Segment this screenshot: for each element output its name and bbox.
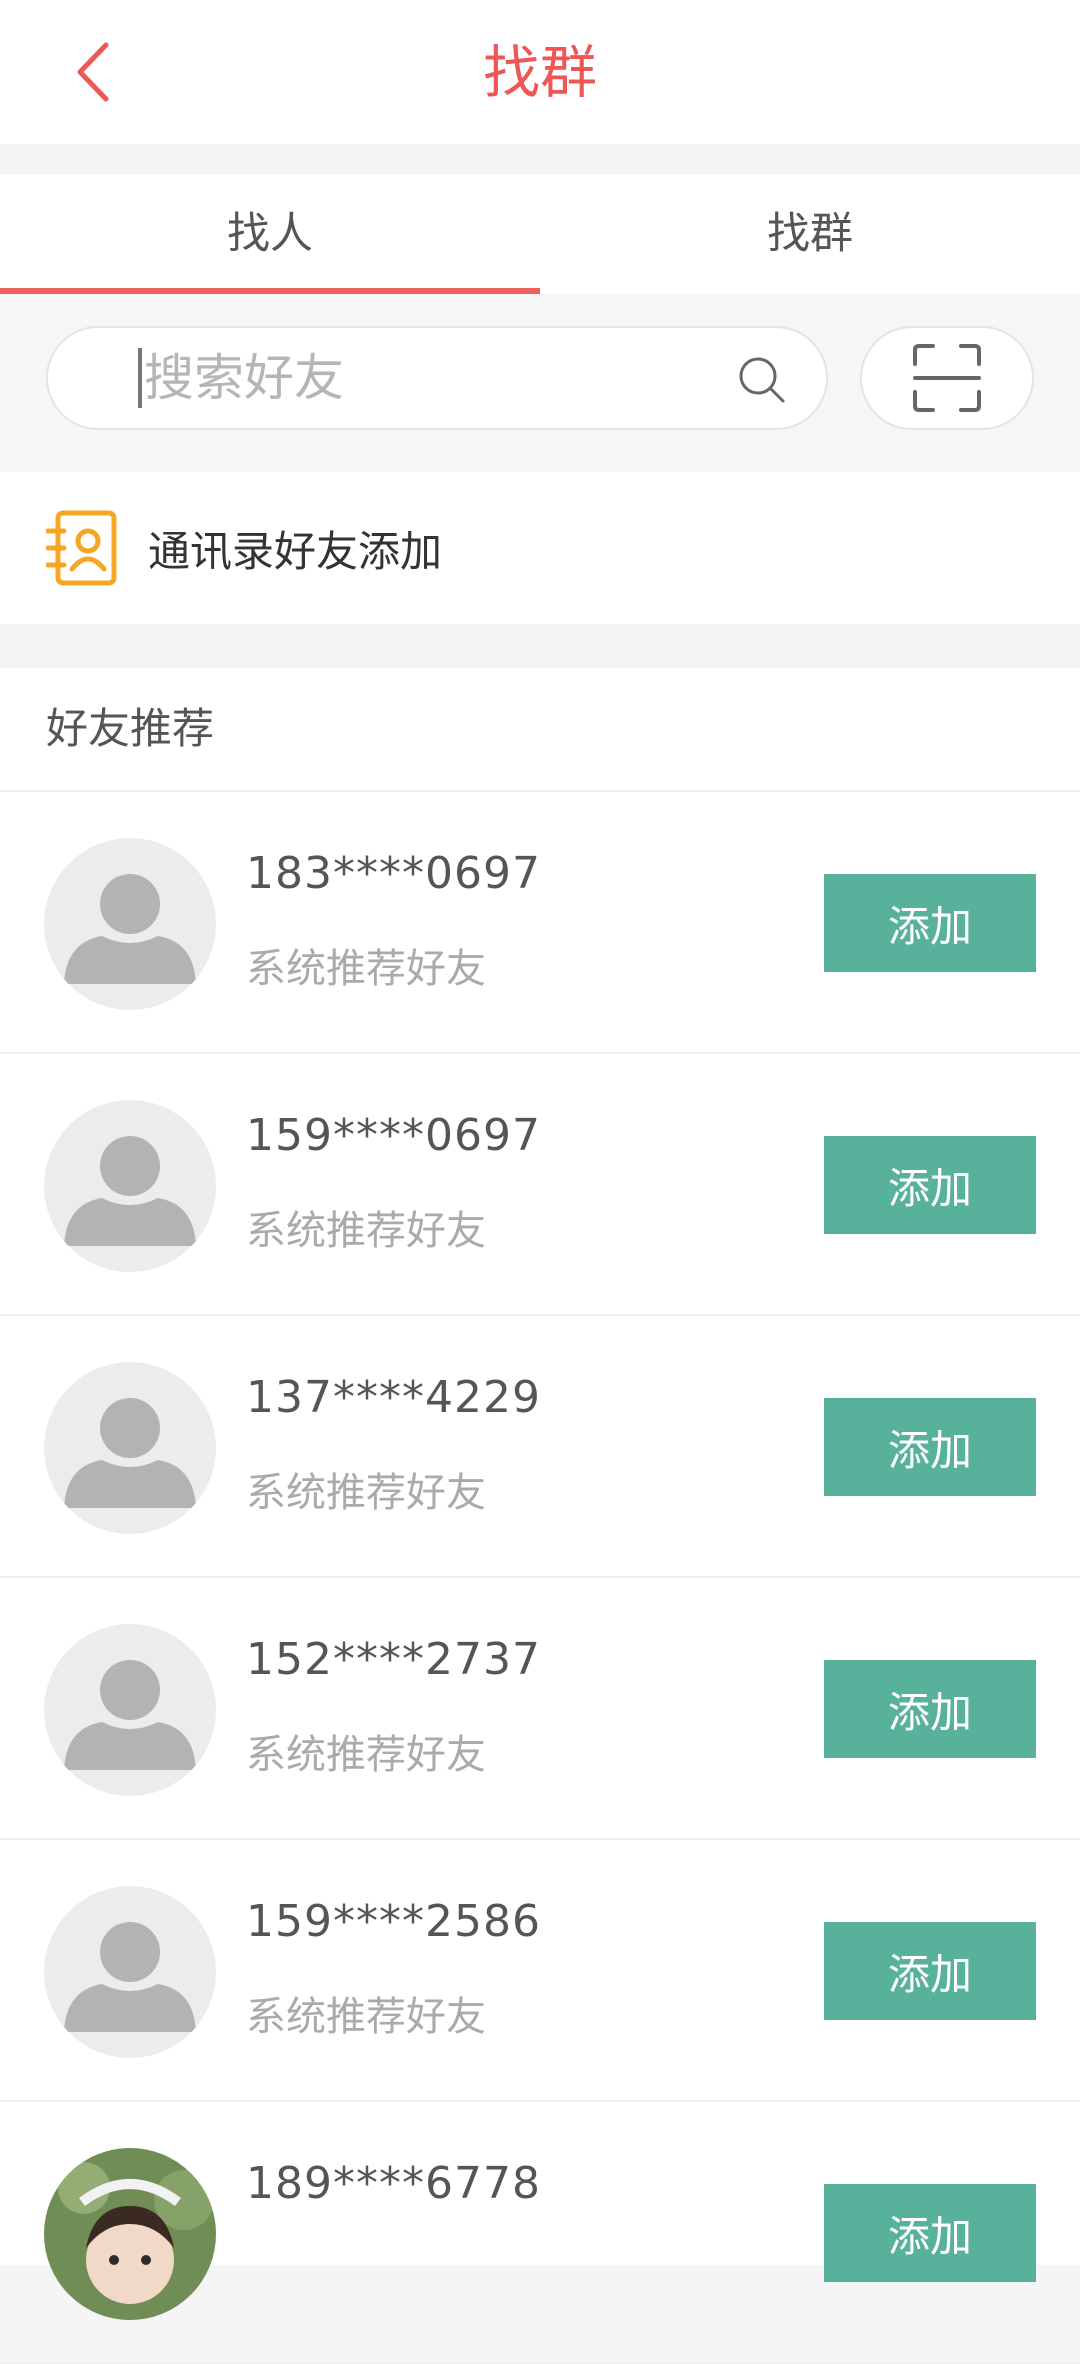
add-friend-button[interactable]: 添加 [824, 2184, 1036, 2282]
search-icon[interactable] [736, 354, 788, 406]
avatar[interactable] [44, 1624, 216, 1796]
search-box [46, 326, 828, 430]
page-title: 找群 [483, 40, 597, 106]
add-friend-button[interactable]: 添加 [824, 1660, 1036, 1758]
default-avatar-icon [64, 1136, 196, 1246]
avatar[interactable] [44, 1886, 216, 2058]
friend-phone: 189****6778 [246, 2158, 541, 2209]
photo-avatar-icon [44, 2148, 216, 2320]
contacts-book-icon [46, 510, 117, 586]
friend-desc: 系统推荐好友 [246, 1470, 486, 1516]
default-avatar-icon [64, 874, 196, 984]
contacts-add-entry[interactable]: 通讯录好友添加 [0, 472, 1080, 624]
friend-phone: 137****4229 [246, 1372, 541, 1423]
default-avatar-icon [64, 1398, 196, 1508]
contacts-add-label: 通讯录好友添加 [148, 526, 443, 576]
friend-phone: 159****0697 [246, 1110, 541, 1161]
avatar[interactable] [44, 1100, 216, 1272]
default-avatar-icon [64, 1660, 196, 1770]
add-friend-button[interactable]: 添加 [824, 874, 1036, 972]
friend-phone: 183****0697 [246, 848, 541, 899]
tab-find-people[interactable]: 找人 [0, 174, 540, 294]
search-input[interactable] [138, 348, 704, 408]
search-area [0, 294, 1080, 472]
tab-bar: 找人 找群 [0, 174, 1080, 294]
friend-desc: 系统推荐好友 [246, 1208, 486, 1254]
scan-icon [913, 344, 981, 412]
tab-find-group[interactable]: 找群 [540, 174, 1080, 294]
friend-desc: 系统推荐好友 [246, 1994, 486, 2040]
friend-phone: 152****2737 [246, 1634, 541, 1685]
avatar[interactable] [44, 2148, 216, 2320]
avatar[interactable] [44, 1362, 216, 1534]
friend-recommend-section: 好友推荐 183****0697 系统推荐好友 添加 159****0697 系… [0, 668, 1080, 2364]
add-friend-button[interactable]: 添加 [824, 1922, 1036, 2020]
add-friend-button[interactable]: 添加 [824, 1398, 1036, 1496]
friend-desc: 系统推荐好友 [246, 946, 486, 992]
top-bar: 找群 [0, 0, 1080, 144]
default-avatar-icon [64, 1922, 196, 2032]
friend-row: 152****2737 系统推荐好友 添加 [0, 1578, 1080, 1840]
friend-row: 137****4229 系统推荐好友 添加 [0, 1316, 1080, 1578]
friend-row: 159****2586 系统推荐好友 添加 [0, 1840, 1080, 2102]
friend-row: 159****0697 系统推荐好友 添加 [0, 1054, 1080, 1316]
friend-desc: 系统推荐好友 [246, 1732, 486, 1778]
friend-phone: 159****2586 [246, 1896, 541, 1947]
friend-row: 189****6778 添加 [0, 2102, 1080, 2364]
friend-row: 183****0697 系统推荐好友 添加 [0, 792, 1080, 1054]
section-title: 好友推荐 [0, 668, 1080, 792]
scan-button[interactable] [860, 326, 1034, 430]
add-friend-button[interactable]: 添加 [824, 1136, 1036, 1234]
avatar[interactable] [44, 838, 216, 1010]
